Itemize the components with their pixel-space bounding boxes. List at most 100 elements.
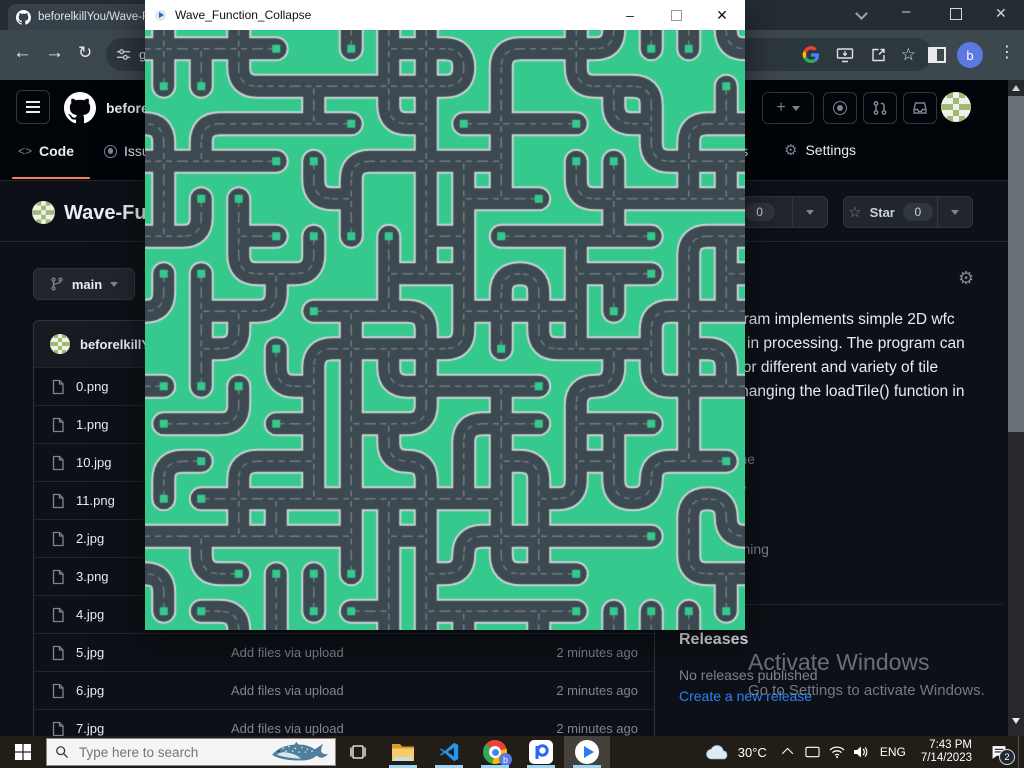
table-row[interactable]: 6.jpg Add files via upload 2 minutes ago: [34, 671, 654, 709]
back-icon[interactable]: ←: [13, 42, 32, 64]
browser-close-button[interactable]: ✕: [995, 5, 1007, 22]
wfc-titlebar[interactable]: Wave_Function_Collapse – ✕: [145, 0, 745, 30]
plus-icon: +: [776, 100, 785, 116]
processing-sketch-icon: [575, 740, 599, 764]
language-label: ENG: [880, 745, 906, 759]
taskbar-app-sketch-active[interactable]: [564, 736, 610, 768]
sketch-window-icon: [155, 10, 166, 21]
show-desktop-strip[interactable]: [1018, 736, 1024, 768]
tray-language[interactable]: ENG: [873, 745, 913, 759]
commit-time: 2 minutes ago: [556, 683, 638, 698]
star-button[interactable]: ☆ Star 0: [843, 196, 973, 228]
pull-requests-button[interactable]: [863, 92, 897, 124]
google-icon[interactable]: [802, 46, 820, 64]
tray-clock[interactable]: 7:43 PM 7/14/2023: [913, 739, 980, 765]
releases-empty-text: No releases published: [679, 667, 818, 683]
tray-volume[interactable]: [849, 746, 873, 758]
wfc-window[interactable]: Wave_Function_Collapse – ✕: [145, 0, 745, 630]
speaker-icon: [853, 746, 869, 758]
page-scrollbar[interactable]: [1008, 80, 1024, 736]
start-button[interactable]: [0, 736, 46, 768]
table-row[interactable]: 5.jpg Add files via upload 2 minutes ago: [34, 633, 654, 671]
search-input[interactable]: [77, 744, 241, 761]
tray-tablet-mode[interactable]: [801, 746, 825, 758]
star-dropdown[interactable]: [937, 197, 972, 227]
browser-restore-button[interactable]: [950, 8, 962, 20]
code-icon: <>: [18, 144, 32, 158]
forward-icon[interactable]: →: [45, 42, 64, 64]
file-icon: [50, 721, 66, 737]
commit-time: 2 minutes ago: [556, 721, 638, 736]
weather-widget[interactable]: 30°C: [695, 744, 777, 761]
taskbar-app-vscode[interactable]: [426, 736, 472, 768]
tab-settings[interactable]: ⚙ Settings: [784, 141, 856, 159]
branch-selector[interactable]: main: [33, 268, 135, 300]
taskbar-search-box[interactable]: [46, 738, 336, 766]
wfc-minimize-button[interactable]: –: [607, 0, 653, 30]
taskbar-app-processing-ide[interactable]: [518, 736, 564, 768]
install-icon[interactable]: [836, 47, 854, 63]
github-favicon: [16, 10, 31, 25]
clock-date: 7/14/2023: [921, 752, 972, 765]
releases-title[interactable]: Releases: [679, 631, 748, 649]
star-icon: ☆: [848, 203, 861, 221]
wfc-maximize-button[interactable]: [653, 0, 699, 30]
commit-author-avatar: [50, 334, 70, 354]
inbox-button[interactable]: [903, 92, 937, 124]
wfc-canvas: [145, 30, 745, 630]
reload-icon[interactable]: ↻: [78, 43, 92, 63]
create-new-button[interactable]: +: [762, 92, 814, 124]
browser-profile-avatar[interactable]: b: [957, 42, 983, 68]
wifi-icon: [829, 746, 845, 758]
commit-message[interactable]: Add files via upload: [231, 683, 556, 698]
star-label: Star: [870, 205, 895, 220]
site-settings-icon[interactable]: [116, 47, 131, 62]
file-icon: [50, 531, 66, 547]
hamburger-menu-button[interactable]: [16, 90, 50, 124]
browser-menu-kebab-icon[interactable]: ⋮: [999, 42, 1015, 62]
star-count: 0: [903, 203, 933, 221]
file-icon: [50, 683, 66, 699]
taskbar: b 30°C ENG: [0, 736, 1024, 768]
task-view-icon: [349, 744, 367, 760]
fork-dropdown[interactable]: [792, 197, 827, 227]
action-center-button[interactable]: 2: [980, 736, 1018, 768]
scroll-down-arrow[interactable]: [1012, 718, 1020, 724]
commit-message[interactable]: Add files via upload: [231, 645, 556, 660]
processing-ide-icon: [529, 740, 553, 764]
temperature-label: 30°C: [738, 745, 767, 760]
about-gear-icon[interactable]: ⚙: [958, 268, 974, 289]
github-logo[interactable]: [64, 92, 96, 129]
file-icon: [50, 569, 66, 585]
browser-minimize-button[interactable]: –: [902, 3, 910, 20]
file-icon: [50, 379, 66, 395]
share-icon[interactable]: [870, 47, 887, 63]
issue-icon: [833, 101, 847, 115]
issue-icon: [104, 145, 117, 158]
task-view-button[interactable]: [336, 736, 380, 768]
taskbar-app-chrome[interactable]: b: [472, 736, 518, 768]
scroll-up-arrow[interactable]: [1012, 85, 1020, 91]
issues-button[interactable]: [823, 92, 857, 124]
side-panel-icon[interactable]: [928, 47, 946, 63]
scrollbar-thumb[interactable]: [1008, 96, 1024, 432]
file-name[interactable]: 7.jpg: [76, 721, 231, 736]
tray-show-hidden[interactable]: [777, 748, 801, 756]
tab-code[interactable]: <> Code: [18, 143, 74, 159]
user-avatar[interactable]: [941, 92, 971, 122]
wfc-close-button[interactable]: ✕: [699, 0, 745, 30]
commit-message[interactable]: Add files via upload: [231, 721, 556, 736]
file-icon: [50, 607, 66, 623]
bookmark-star-icon[interactable]: ☆: [901, 45, 916, 65]
profile-initial: b: [966, 48, 973, 63]
file-name[interactable]: 6.jpg: [76, 683, 231, 698]
whale-shark-image: [269, 740, 331, 766]
create-release-link[interactable]: Create a new release: [679, 688, 812, 704]
tray-wifi[interactable]: [825, 746, 849, 758]
table-row[interactable]: 7.jpg Add files via upload 2 minutes ago: [34, 709, 654, 736]
vscode-icon: [438, 741, 460, 763]
file-explorer-icon: [391, 742, 415, 762]
file-name[interactable]: 5.jpg: [76, 645, 231, 660]
branch-name: main: [72, 277, 102, 292]
taskbar-app-explorer[interactable]: [380, 736, 426, 768]
